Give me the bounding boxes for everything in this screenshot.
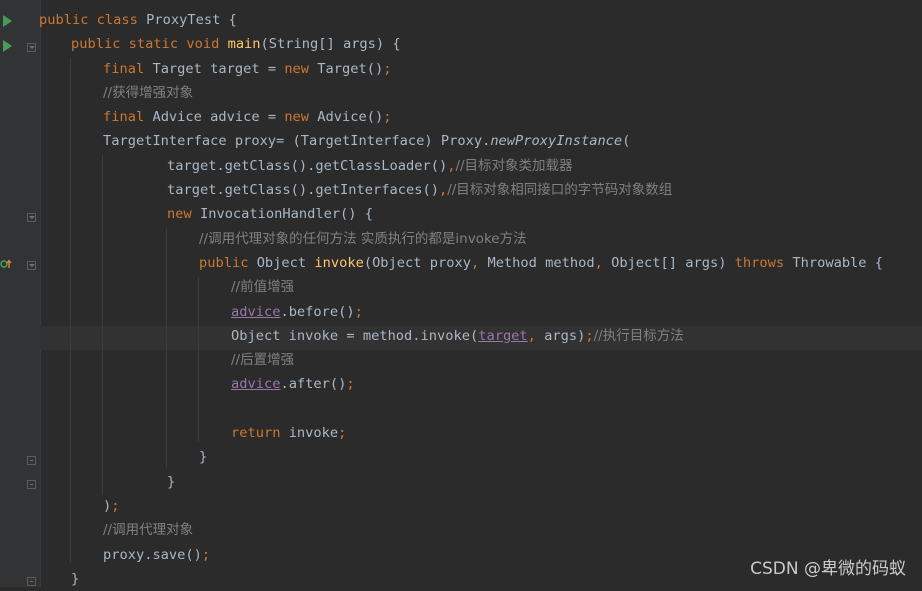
comment: //后置增强: [231, 352, 295, 369]
constructor-call: Target(): [317, 60, 384, 77]
semicolon: ;: [201, 546, 211, 563]
method-call: .after(): [280, 376, 347, 393]
code-line: );: [39, 494, 922, 518]
method-signature: (String[] args) {: [260, 36, 401, 53]
semicolon: ;: [585, 327, 594, 344]
comment: //前值增强: [231, 279, 295, 296]
semicolon: ;: [354, 303, 363, 320]
keyword: throws: [734, 254, 793, 271]
semicolon: ;: [346, 376, 355, 393]
variable-declaration: Advice advice =: [152, 109, 285, 126]
keyword: new: [284, 60, 318, 77]
method-chain: target.getClass().getClassLoader(): [167, 157, 448, 174]
code-line: return invoke;: [39, 421, 922, 445]
closing-brace: }: [71, 570, 80, 587]
keyword: return: [231, 425, 289, 442]
code-line: Object invoke = method.invoke(target, ar…: [39, 324, 922, 348]
code-line: }: [39, 445, 922, 469]
code-line: //后置增强: [39, 348, 922, 372]
return-type: Object: [256, 254, 315, 271]
semicolon: ;: [383, 109, 392, 126]
closing-brace: }: [199, 449, 208, 466]
editor-gutter: [0, 0, 41, 587]
code-line: //调用代理对象: [39, 518, 922, 542]
field-reference: advice: [231, 376, 281, 393]
watermark: CSDN @卑微的码蚁: [750, 559, 906, 579]
code-line: public class ProxyTest {: [39, 8, 922, 32]
code-line: advice.after();: [39, 372, 922, 396]
fold-marker-icon[interactable]: [27, 261, 36, 270]
code-line: public Object invoke(Object proxy, Metho…: [39, 251, 922, 275]
semicolon: ;: [111, 497, 120, 514]
fold-marker-icon[interactable]: [27, 43, 36, 52]
code-line: TargetInterface proxy= (TargetInterface)…: [39, 129, 922, 153]
keyword: new: [167, 206, 200, 223]
return-value: invoke: [288, 425, 339, 442]
comment: //目标对象类加载器: [455, 157, 573, 174]
code-line: advice.before();: [39, 300, 922, 324]
parameter: (Object proxy: [363, 254, 471, 271]
field-reference: target: [478, 327, 528, 344]
comma: ,: [594, 254, 612, 271]
code-line: }: [39, 470, 922, 494]
method-name: invoke: [314, 254, 364, 271]
keyword: new: [284, 109, 318, 126]
code-line: //调用代理对象的任何方法 实质执行的都是invoke方法: [39, 227, 922, 251]
run-triangle-icon[interactable]: [3, 15, 12, 27]
class-declaration: ProxyTest {: [146, 12, 237, 28]
semicolon: ;: [338, 425, 347, 442]
keyword: final: [103, 109, 153, 126]
method-call: proxy.save(): [103, 546, 202, 563]
fold-marker-icon[interactable]: [27, 456, 36, 465]
code-line: final Target target = new Target();: [39, 57, 922, 81]
fold-marker-icon[interactable]: [27, 213, 36, 222]
keyword: final: [103, 60, 153, 77]
code-line: public static void main(String[] args) {: [39, 32, 922, 56]
run-triangle-icon[interactable]: [3, 40, 12, 52]
parameter: Object[] args): [611, 254, 735, 271]
constructor-call: Advice(): [317, 109, 384, 126]
method-chain: target.getClass().getInterfaces(): [167, 182, 439, 199]
comment: //调用代理对象的任何方法 实质执行的都是invoke方法: [199, 230, 527, 247]
code-line: //前值增强: [39, 275, 922, 299]
semicolon: ;: [383, 60, 392, 77]
proxy-declaration: TargetInterface proxy= (TargetInterface)…: [103, 133, 491, 150]
code-line: //获得增强对象: [39, 81, 922, 105]
keyword: public static void: [71, 36, 228, 53]
comma: ,: [527, 327, 545, 344]
comment: //目标对象相同接口的字节码对象数组: [447, 182, 673, 199]
argument: args): [544, 327, 586, 344]
fold-marker-icon[interactable]: [27, 577, 36, 586]
code-line: target.getClass().getInterfaces(),//目标对象…: [39, 178, 922, 202]
comment: //调用代理对象: [103, 522, 194, 539]
comment: //获得增强对象: [103, 84, 194, 101]
anonymous-class: InvocationHandler() {: [199, 206, 374, 223]
fold-marker-icon[interactable]: [27, 480, 36, 489]
implements-marker-icon[interactable]: [0, 258, 12, 270]
variable-declaration: Target target =: [152, 60, 285, 77]
keyword: public class: [39, 12, 147, 28]
code-line: final Advice advice = new Advice();: [39, 105, 922, 129]
static-method-call: newProxyInstance: [490, 133, 623, 150]
keyword: public: [199, 254, 257, 271]
closing-paren: ): [103, 497, 112, 514]
comma: ,: [470, 254, 488, 271]
paren: (: [622, 133, 631, 150]
method-call: .before(): [280, 303, 355, 320]
comment: //执行目标方法: [593, 327, 684, 344]
comma: ,: [438, 182, 448, 199]
variable-declaration: Object invoke = method.invoke(: [231, 327, 479, 344]
method-name: main: [227, 36, 261, 53]
code-editor[interactable]: public class ProxyTest { public static v…: [39, 8, 922, 591]
field-reference: advice: [231, 303, 281, 320]
closing-brace: }: [167, 473, 176, 490]
code-line: target.getClass().getClassLoader(),//目标对…: [39, 154, 922, 178]
code-line: new InvocationHandler() {: [39, 202, 922, 226]
parameter: Method method: [487, 254, 595, 271]
exception-type: Throwable {: [792, 254, 884, 271]
